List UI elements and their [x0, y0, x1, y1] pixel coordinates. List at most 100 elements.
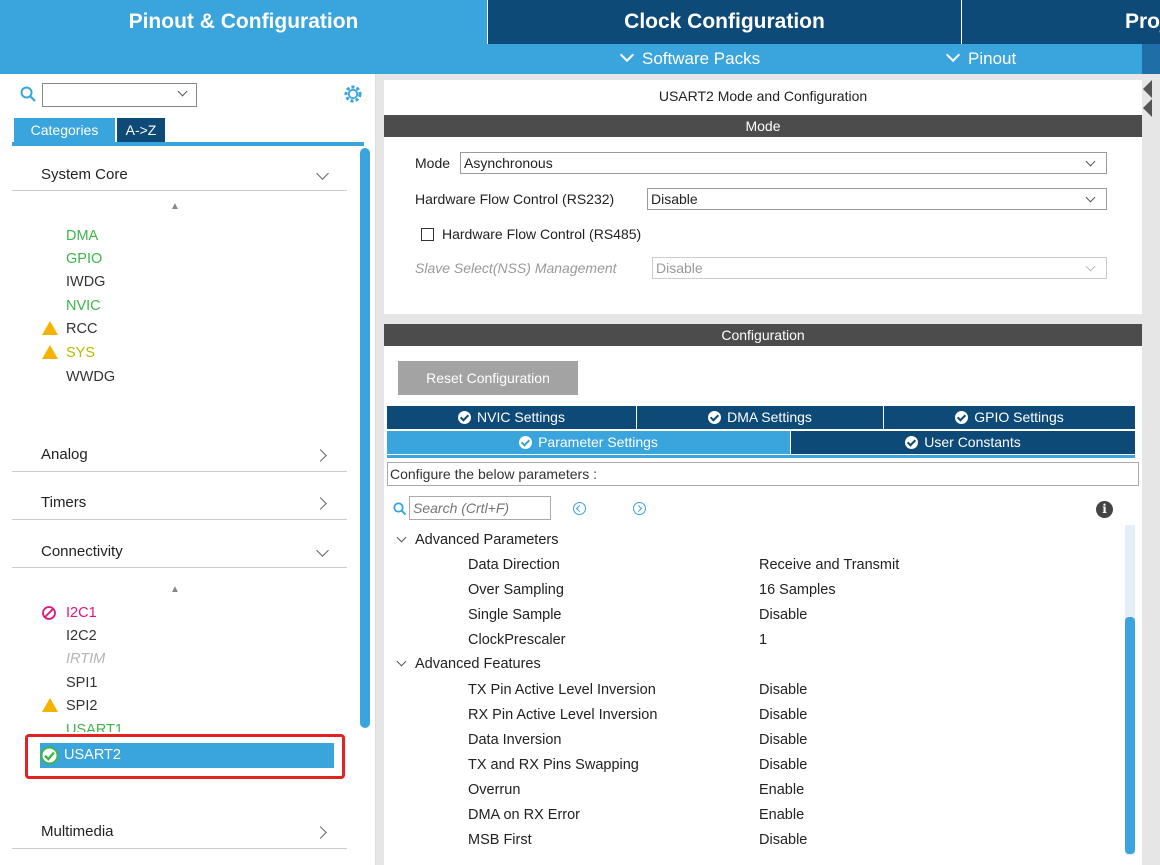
tab-a-z[interactable]: A->Z: [117, 118, 165, 142]
check-circle-icon: [708, 411, 722, 424]
list-item-dma[interactable]: DMA: [66, 224, 98, 248]
tab-label: GPIO Settings: [974, 409, 1064, 425]
parameter-search-input[interactable]: [409, 496, 551, 520]
nss-select: Disable: [652, 257, 1107, 279]
tab-pinout-configuration[interactable]: Pinout & Configuration: [0, 0, 487, 44]
chevron-down-icon: [396, 532, 407, 543]
group-system-core[interactable]: System Core: [12, 161, 347, 189]
mode-select[interactable]: Asynchronous: [460, 152, 1107, 174]
collapse-arrow-icon[interactable]: [1143, 99, 1152, 117]
pinout-menu[interactable]: Pinout: [945, 44, 1017, 74]
hfc-rs485-checkbox[interactable]: [421, 228, 434, 241]
hfc-rs232-select[interactable]: Disable: [647, 188, 1107, 210]
next-result-icon[interactable]: [633, 502, 646, 515]
param-value[interactable]: 1: [759, 628, 767, 653]
configuration-header: Configuration: [384, 324, 1142, 346]
chevron-down-icon: [1085, 192, 1096, 203]
warning-icon: [42, 698, 58, 712]
panel-title: USART2 Mode and Configuration: [658, 88, 868, 104]
param-value[interactable]: Enable: [759, 803, 804, 828]
param-name: TX and RX Pins Swapping: [468, 757, 639, 773]
param-value[interactable]: Disable: [759, 703, 807, 728]
configure-info-box: Configure the below parameters :: [387, 462, 1139, 486]
list-item-usart1[interactable]: ✔USART1: [66, 718, 123, 732]
list-item-sys[interactable]: SYS: [42, 341, 95, 365]
param-scrollbar[interactable]: [1125, 617, 1135, 854]
group-multimedia[interactable]: Multimedia: [12, 818, 347, 846]
search-combo[interactable]: [42, 83, 197, 107]
list-item-wwdg[interactable]: WWDG: [66, 365, 115, 389]
item-label: USART1: [66, 722, 123, 732]
mode-header: Mode: [384, 115, 1142, 137]
search-icon: [393, 502, 406, 515]
tab-parameter-settings[interactable]: Parameter Settings: [387, 431, 790, 454]
group-label: Timers: [41, 494, 87, 511]
check-circle-icon: [905, 436, 919, 449]
param-value[interactable]: Disable: [759, 728, 807, 753]
group-label: Multimedia: [41, 823, 114, 840]
tab-project-manager[interactable]: Proje: [961, 0, 1160, 44]
list-item-spi2[interactable]: SPI2: [42, 694, 98, 718]
software-packs-menu[interactable]: Software Packs: [619, 44, 761, 74]
sub-menu-edge: [1142, 44, 1160, 74]
chevron-down-icon: [1085, 156, 1096, 167]
divider: [12, 471, 347, 472]
param-name: Over Sampling: [468, 582, 564, 598]
list-item-iwdg[interactable]: IWDG: [66, 270, 105, 294]
chevron-down-icon: [619, 47, 635, 63]
tab-categories[interactable]: Categories: [14, 118, 115, 142]
param-value[interactable]: Disable: [759, 828, 807, 853]
param-value[interactable]: Disable: [759, 603, 807, 628]
warning-icon: [42, 321, 58, 335]
left-scrollbar[interactable]: [360, 148, 370, 728]
section-label: Advanced Parameters: [415, 532, 559, 548]
chevron-down-icon: [1085, 261, 1096, 272]
search-icon[interactable]: [20, 86, 36, 102]
info-icon[interactable]: i: [1096, 501, 1113, 518]
list-item-rcc[interactable]: RCC: [42, 317, 97, 341]
reset-configuration-button[interactable]: Reset Configuration: [398, 361, 578, 395]
sort-icon[interactable]: ▲: [170, 201, 180, 212]
param-name: MSB First: [468, 832, 532, 848]
chevron-right-icon: [314, 826, 327, 839]
group-connectivity[interactable]: Connectivity: [12, 538, 347, 566]
software-packs-label: Software Packs: [642, 49, 761, 68]
check-circle-icon: [519, 436, 533, 449]
previous-result-icon[interactable]: [573, 502, 586, 515]
param-value[interactable]: 16 Samples: [759, 578, 836, 603]
tab-label: NVIC Settings: [477, 409, 565, 425]
list-item-i2c1[interactable]: I2C1: [42, 601, 97, 625]
list-item-nvic[interactable]: NVIC: [66, 294, 101, 318]
collapse-arrow-icon[interactable]: [1143, 80, 1152, 98]
tab-clock-configuration[interactable]: Clock Configuration: [487, 0, 961, 44]
pinout-menu-label: Pinout: [968, 49, 1017, 68]
group-analog[interactable]: Analog: [12, 441, 347, 469]
divider: [12, 190, 347, 191]
gear-icon[interactable]: [343, 84, 363, 104]
list-item-gpio[interactable]: GPIO: [66, 247, 102, 271]
tab-label: DMA Settings: [727, 409, 812, 425]
blocked-icon: [42, 606, 56, 620]
tab-nvic-settings[interactable]: NVIC Settings: [387, 406, 636, 429]
list-item-spi1[interactable]: SPI1: [66, 671, 97, 695]
param-name: Data Inversion: [468, 732, 562, 748]
list-item-i2c2[interactable]: I2C2: [66, 624, 97, 648]
section-label: Advanced Features: [415, 656, 541, 672]
param-value[interactable]: Enable: [759, 778, 804, 803]
tab-dma-settings[interactable]: DMA Settings: [637, 406, 883, 429]
section-advanced-parameters[interactable]: Advanced Parameters: [396, 528, 559, 553]
tab-user-constants[interactable]: User Constants: [791, 431, 1135, 454]
param-value[interactable]: Disable: [759, 753, 807, 778]
group-timers[interactable]: Timers: [12, 489, 347, 517]
group-label: Connectivity: [41, 543, 123, 560]
hfc-rs485-label: Hardware Flow Control (RS485): [442, 226, 642, 242]
param-value[interactable]: Receive and Transmit: [759, 553, 899, 578]
sort-icon[interactable]: ▲: [170, 584, 180, 595]
item-label: SPI2: [66, 698, 98, 714]
divider: [12, 567, 347, 568]
param-value[interactable]: Disable: [759, 678, 807, 703]
item-label: I2C1: [66, 605, 97, 621]
tab-gpio-settings[interactable]: GPIO Settings: [884, 406, 1135, 429]
section-advanced-features[interactable]: Advanced Features: [396, 652, 541, 677]
group-label: Analog: [41, 446, 88, 463]
